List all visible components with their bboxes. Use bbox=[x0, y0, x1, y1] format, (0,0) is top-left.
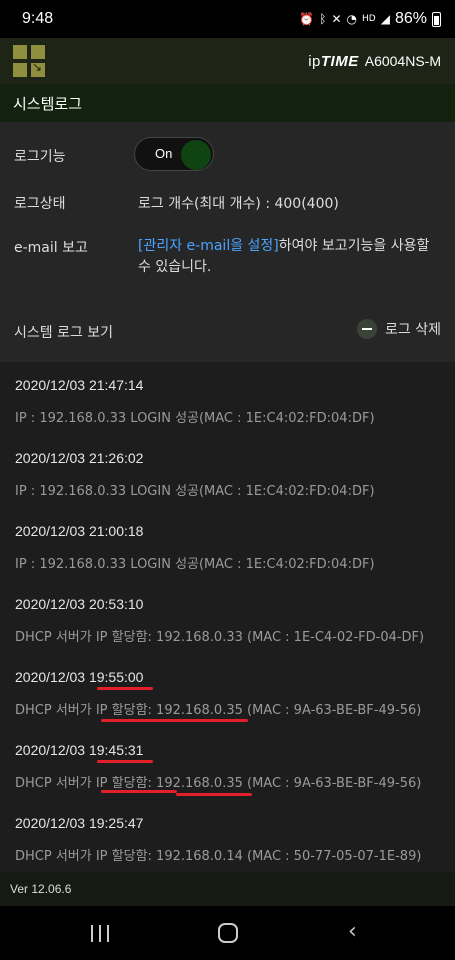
email-report-label: e-mail 보고 bbox=[14, 240, 88, 256]
red-underline-annotation bbox=[101, 790, 177, 793]
log-function-toggle[interactable]: On bbox=[134, 137, 214, 171]
red-underline-annotation bbox=[97, 760, 153, 763]
log-entry: 2020/12/03 19:25:47 DHCP 서버가 IP 할당함: 192… bbox=[0, 800, 455, 873]
log-message: DHCP 서버가 IP 할당함: 192.168.0.33 (MAC : 1E-… bbox=[15, 630, 425, 645]
back-icon[interactable]: ‹ bbox=[348, 921, 357, 943]
app-header: ipTIME A6004NS-M bbox=[0, 38, 455, 84]
email-settings-link[interactable]: [관리자 e-mail을 설정] bbox=[138, 238, 279, 254]
status-icons: ⏰ ᛒ ✕ ◔ HD ◢ 86% bbox=[299, 10, 441, 28]
android-nav-bar: ‹ bbox=[0, 906, 455, 960]
alarm-icon: ⏰ bbox=[299, 12, 315, 26]
log-view-header: 시스템 로그 보기 로그 삭제 bbox=[0, 304, 455, 362]
email-report-text: [관리자 e-mail을 설정]하여야 보고기능을 사용할 수 있습니다. bbox=[138, 236, 438, 278]
log-settings-panel: 로그기능 On 로그상태 로그 개수(최대 개수) : 400(400) e-m… bbox=[0, 122, 455, 304]
red-underline-annotation bbox=[176, 793, 252, 796]
version-bar: Ver 12.06.6 bbox=[0, 872, 455, 906]
log-list[interactable]: 2020/12/03 21:47:14 IP : 192.168.0.33 LO… bbox=[0, 362, 455, 872]
version-text: Ver 12.06.6 bbox=[10, 882, 72, 896]
page-title-bar: 시스템로그 bbox=[0, 84, 455, 122]
log-message: IP : 192.168.0.33 LOGIN 성공(MAC : 1E:C4:0… bbox=[15, 484, 375, 499]
log-message: IP : 192.168.0.33 LOGIN 성공(MAC : 1E:C4:0… bbox=[15, 557, 375, 572]
battery-icon bbox=[432, 11, 441, 27]
log-message: DHCP 서버가 IP 할당함: 192.168.0.14 (MAC : 50-… bbox=[15, 849, 422, 864]
log-entry: 2020/12/03 21:00:18 IP : 192.168.0.33 LO… bbox=[0, 508, 455, 581]
minus-circle-icon bbox=[357, 319, 378, 339]
log-entry: 2020/12/03 20:53:10 DHCP 서버가 IP 할당함: 192… bbox=[0, 581, 455, 654]
log-message: DHCP 서버가 IP 할당함: 192.168.0.35 (MAC : 9A-… bbox=[15, 776, 422, 791]
status-time: 9:48 bbox=[22, 10, 54, 27]
log-function-label: 로그기능 bbox=[14, 149, 66, 165]
brand-logo: ipTIME A6004NS-M bbox=[308, 53, 441, 70]
bluetooth-icon: ᛒ bbox=[319, 12, 327, 26]
log-message: IP : 192.168.0.33 LOGIN 성공(MAC : 1E:C4:0… bbox=[15, 411, 375, 426]
home-icon[interactable] bbox=[218, 923, 238, 943]
recent-apps-icon[interactable] bbox=[91, 925, 109, 942]
delete-log-button[interactable]: 로그 삭제 bbox=[357, 319, 441, 339]
delete-log-label: 로그 삭제 bbox=[385, 322, 441, 338]
log-datetime: 2020/12/03 19:45:31 bbox=[15, 742, 144, 758]
battery-percent: 86% bbox=[394, 10, 427, 27]
log-entry: 2020/12/03 21:47:14 IP : 192.168.0.33 LO… bbox=[0, 362, 455, 435]
signal-icon: ◢ bbox=[380, 12, 390, 26]
log-message: DHCP 서버가 IP 할당함: 192.168.0.35 (MAC : 9A-… bbox=[15, 703, 422, 718]
page-title: 시스템로그 bbox=[13, 94, 83, 113]
log-view-title: 시스템 로그 보기 bbox=[14, 325, 114, 341]
log-datetime: 2020/12/03 19:25:47 bbox=[15, 815, 144, 831]
log-entry: 2020/12/03 21:26:02 IP : 192.168.0.33 LO… bbox=[0, 435, 455, 508]
menu-grid-icon[interactable] bbox=[13, 45, 45, 77]
log-datetime: 2020/12/03 19:55:00 bbox=[15, 669, 144, 685]
status-bar: 9:48 ⏰ ᛒ ✕ ◔ HD ◢ 86% bbox=[0, 0, 455, 38]
hd-voice-icon: HD bbox=[362, 13, 376, 24]
log-datetime: 2020/12/03 21:26:02 bbox=[15, 450, 144, 466]
log-entry: 2020/12/03 19:55:00 DHCP 서버가 IP 할당함: 192… bbox=[0, 654, 455, 727]
toggle-label: On bbox=[155, 146, 173, 161]
log-datetime: 2020/12/03 21:47:14 bbox=[15, 377, 144, 393]
mute-icon: ✕ bbox=[331, 12, 342, 26]
log-entry: 2020/12/03 19:45:31 DHCP 서버가 IP 할당함: 192… bbox=[0, 727, 455, 800]
red-underline-annotation bbox=[101, 719, 248, 722]
log-datetime: 2020/12/03 21:00:18 bbox=[15, 523, 144, 539]
toggle-knob bbox=[181, 140, 211, 170]
model-name: A6004NS-M bbox=[364, 52, 441, 69]
log-status-value: 로그 개수(최대 개수) : 400(400) bbox=[138, 196, 339, 212]
log-datetime: 2020/12/03 20:53:10 bbox=[15, 596, 144, 612]
log-status-label: 로그상태 bbox=[14, 196, 66, 212]
red-underline-annotation bbox=[97, 687, 153, 690]
brand-prefix: ip bbox=[308, 52, 321, 70]
brand-name: TIME bbox=[320, 52, 359, 70]
wifi-icon: ◔ bbox=[346, 12, 358, 26]
